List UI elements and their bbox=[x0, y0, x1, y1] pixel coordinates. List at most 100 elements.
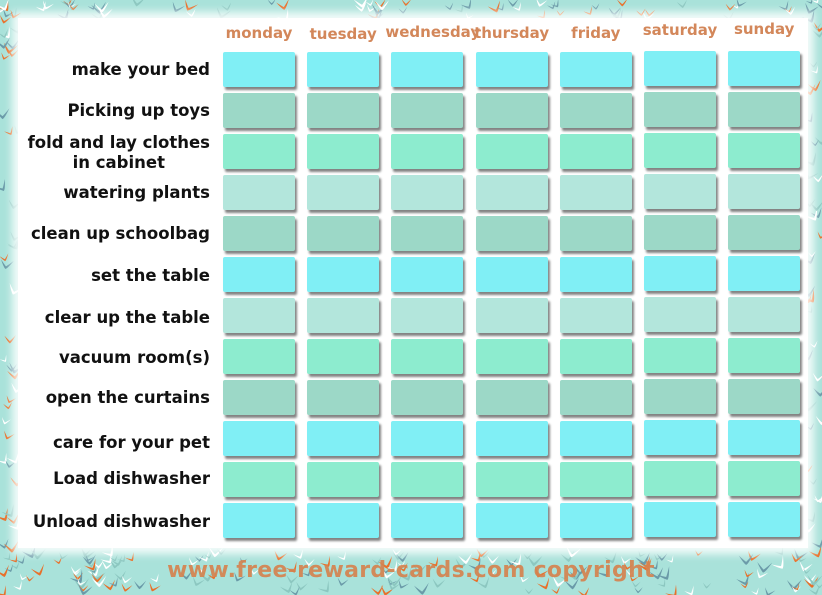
chore-cell-wednesday[interactable] bbox=[391, 503, 464, 538]
chore-cell-monday[interactable] bbox=[223, 503, 295, 538]
chore-cell-tuesday[interactable] bbox=[307, 93, 380, 128]
chore-cell-thursday[interactable] bbox=[475, 216, 548, 251]
chore-cell-saturday[interactable] bbox=[644, 420, 716, 455]
bird-icon bbox=[725, 3, 736, 11]
chore-cell-saturday[interactable] bbox=[644, 338, 716, 373]
bird-icon bbox=[736, 0, 747, 7]
bird-icon bbox=[487, 0, 500, 13]
chore-cell-friday[interactable] bbox=[559, 298, 632, 333]
chore-cell-friday[interactable] bbox=[559, 216, 632, 251]
chore-cell-wednesday[interactable] bbox=[391, 298, 464, 333]
chore-cell-thursday[interactable] bbox=[475, 462, 548, 497]
chore-cell-tuesday[interactable] bbox=[307, 421, 380, 456]
chore-cell-tuesday[interactable] bbox=[307, 257, 380, 292]
chore-cell-thursday[interactable] bbox=[475, 93, 548, 128]
chore-cell-wednesday[interactable] bbox=[391, 216, 464, 251]
chore-cell-tuesday[interactable] bbox=[307, 175, 380, 210]
day-header-monday: monday bbox=[225, 24, 293, 42]
chore-cell-monday[interactable] bbox=[223, 93, 295, 128]
chore-cell-wednesday[interactable] bbox=[391, 134, 464, 169]
bird-icon bbox=[476, 548, 489, 558]
chore-cell-monday[interactable] bbox=[223, 175, 295, 210]
chore-cell-saturday[interactable] bbox=[644, 92, 716, 127]
chore-cell-tuesday[interactable] bbox=[307, 503, 380, 538]
chore-cell-monday[interactable] bbox=[223, 216, 295, 251]
chore-cell-wednesday[interactable] bbox=[391, 93, 464, 128]
chore-cell-wednesday[interactable] bbox=[391, 421, 464, 456]
bird-icon bbox=[1, 259, 14, 269]
chore-cell-tuesday[interactable] bbox=[307, 216, 380, 251]
chore-cell-thursday[interactable] bbox=[475, 257, 548, 292]
chore-cell-tuesday[interactable] bbox=[307, 298, 380, 333]
chore-cell-friday[interactable] bbox=[559, 93, 632, 128]
chore-cell-saturday[interactable] bbox=[644, 256, 716, 291]
chore-cell-wednesday[interactable] bbox=[391, 257, 464, 292]
chore-cell-sunday[interactable] bbox=[728, 256, 801, 291]
chore-cell-wednesday[interactable] bbox=[391, 380, 464, 415]
chore-cell-monday[interactable] bbox=[223, 462, 295, 497]
chore-cell-monday[interactable] bbox=[223, 52, 295, 87]
chore-cell-friday[interactable] bbox=[559, 462, 632, 497]
chore-cell-sunday[interactable] bbox=[728, 51, 801, 86]
chore-cell-wednesday[interactable] bbox=[391, 339, 464, 374]
chore-cell-friday[interactable] bbox=[559, 52, 632, 87]
chore-cell-friday[interactable] bbox=[559, 175, 632, 210]
chore-cell-thursday[interactable] bbox=[475, 175, 548, 210]
chore-cell-thursday[interactable] bbox=[475, 298, 548, 333]
chore-cell-wednesday[interactable] bbox=[391, 52, 464, 87]
chore-cell-sunday[interactable] bbox=[728, 174, 801, 209]
chore-cell-tuesday[interactable] bbox=[307, 134, 380, 169]
chore-cell-saturday[interactable] bbox=[644, 502, 716, 537]
chore-cell-sunday[interactable] bbox=[728, 502, 801, 537]
bird-icon bbox=[0, 26, 10, 39]
chore-cell-thursday[interactable] bbox=[475, 134, 548, 169]
bird-icon bbox=[0, 179, 5, 191]
chore-cell-thursday[interactable] bbox=[475, 52, 548, 87]
chore-cell-friday[interactable] bbox=[559, 380, 632, 415]
chore-cell-tuesday[interactable] bbox=[307, 52, 380, 87]
chore-cell-monday[interactable] bbox=[223, 257, 295, 292]
chore-cell-friday[interactable] bbox=[559, 503, 632, 538]
chore-cell-saturday[interactable] bbox=[644, 297, 716, 332]
task-label: fold and lay clothes in cabinet bbox=[27, 133, 210, 172]
chore-cell-monday[interactable] bbox=[223, 421, 295, 456]
bird-icon bbox=[121, 583, 133, 592]
chore-cell-sunday[interactable] bbox=[728, 338, 801, 373]
chore-cell-tuesday[interactable] bbox=[307, 380, 380, 415]
chore-cell-sunday[interactable] bbox=[728, 215, 801, 250]
chore-cell-sunday[interactable] bbox=[728, 379, 801, 414]
chore-cell-monday[interactable] bbox=[223, 339, 295, 374]
chore-cell-wednesday[interactable] bbox=[391, 462, 464, 497]
chore-cell-thursday[interactable] bbox=[475, 503, 548, 538]
bird-icon bbox=[583, 6, 592, 16]
bird-icon bbox=[398, 6, 408, 14]
chore-cell-sunday[interactable] bbox=[728, 461, 801, 496]
chore-cell-monday[interactable] bbox=[223, 298, 295, 333]
chore-cell-saturday[interactable] bbox=[644, 133, 716, 168]
bird-icon bbox=[0, 585, 6, 595]
chore-cell-saturday[interactable] bbox=[644, 379, 716, 414]
chore-cell-thursday[interactable] bbox=[475, 339, 548, 374]
chore-cell-saturday[interactable] bbox=[644, 461, 716, 496]
chore-cell-sunday[interactable] bbox=[728, 420, 801, 455]
chore-cell-thursday[interactable] bbox=[475, 421, 548, 456]
chore-cell-saturday[interactable] bbox=[644, 215, 716, 250]
bird-icon bbox=[3, 540, 19, 553]
task-label: clear up the table bbox=[44, 308, 210, 327]
chore-cell-friday[interactable] bbox=[559, 339, 632, 374]
chore-cell-monday[interactable] bbox=[223, 134, 295, 169]
bird-icon bbox=[221, 2, 232, 11]
chore-cell-sunday[interactable] bbox=[728, 297, 801, 332]
chore-cell-saturday[interactable] bbox=[644, 174, 716, 209]
chore-cell-saturday[interactable] bbox=[644, 51, 716, 86]
chore-cell-friday[interactable] bbox=[559, 257, 632, 292]
chore-cell-sunday[interactable] bbox=[728, 92, 801, 127]
chore-cell-friday[interactable] bbox=[559, 134, 632, 169]
chore-cell-sunday[interactable] bbox=[728, 133, 801, 168]
chore-cell-friday[interactable] bbox=[559, 421, 632, 456]
chore-cell-tuesday[interactable] bbox=[307, 462, 380, 497]
chore-cell-thursday[interactable] bbox=[475, 380, 548, 415]
chore-cell-monday[interactable] bbox=[223, 380, 295, 415]
chore-cell-tuesday[interactable] bbox=[307, 339, 380, 374]
chore-cell-wednesday[interactable] bbox=[391, 175, 464, 210]
